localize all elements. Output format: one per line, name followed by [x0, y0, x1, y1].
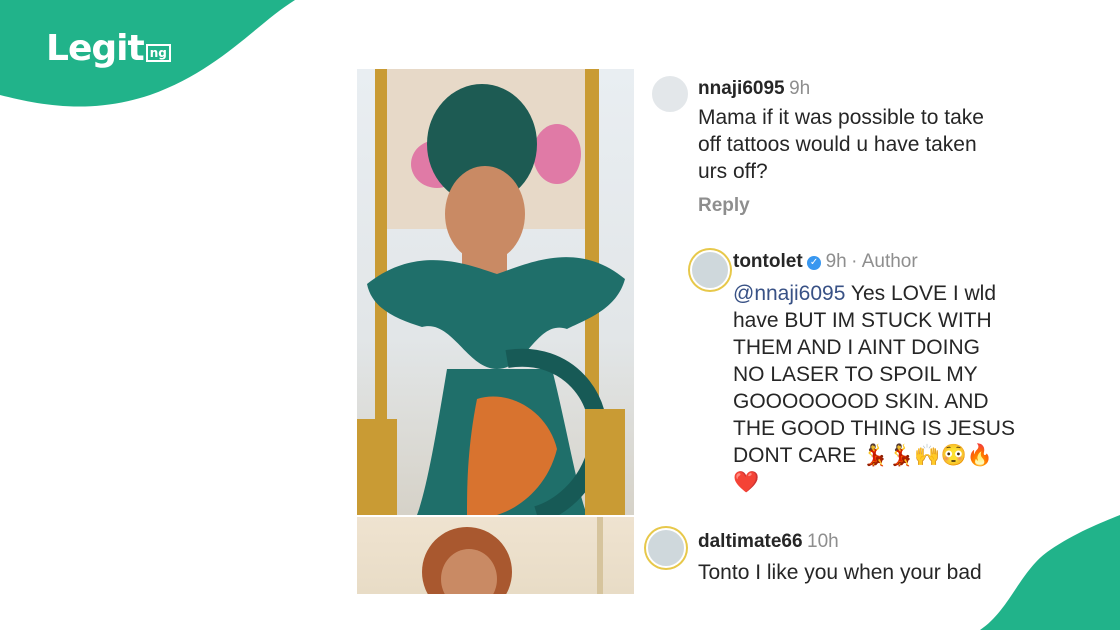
avatar[interactable]	[650, 74, 690, 114]
comment-line: THE GOOD THING IS JESUS	[733, 417, 1015, 440]
photo-secondary-illustration	[422, 517, 603, 594]
comment-time: 9h	[825, 251, 847, 272]
comment-handle[interactable]: daltimate66	[698, 531, 803, 552]
comment-handle[interactable]: nnaji6095	[698, 78, 785, 99]
photo-illustration	[357, 69, 625, 515]
comment-line: Yes LOVE I wld	[845, 282, 996, 305]
reply-button[interactable]: Reply	[698, 195, 750, 217]
comment-line: THEM AND I AINT DOING	[733, 336, 980, 359]
comment-time: 9h	[789, 78, 811, 99]
comment-line: Tonto I like you when your bad	[698, 561, 982, 584]
comment-line: urs off?	[698, 160, 768, 183]
comment-line: off tattoos would u have taken	[698, 133, 977, 156]
comment-line: Mama if it was possible to take	[698, 106, 984, 129]
comment-handle[interactable]: tontolet	[733, 251, 803, 272]
avatar[interactable]	[646, 528, 686, 568]
comment-line: ❤️	[733, 471, 760, 494]
photo-secondary	[357, 517, 634, 594]
photo-main	[357, 69, 634, 515]
comment-time: 10h	[807, 531, 839, 552]
comment-line: have BUT IM STUCK WITH	[733, 309, 992, 332]
mention-link[interactable]: @nnaji6095	[733, 282, 845, 305]
comment-line: GOOOOOOOD SKIN. AND	[733, 390, 989, 413]
comment-line: DONT CARE 💃💃🙌😳🔥	[733, 444, 993, 467]
verified-badge-icon: ✓	[807, 255, 822, 270]
comment-text: Mama if it was possible to take off tatt…	[698, 104, 1038, 185]
author-label: · Author	[851, 251, 918, 272]
comment-line: NO LASER TO SPOIL MY	[733, 363, 978, 386]
comment-text: Tonto I like you when your bad	[698, 559, 1038, 586]
comment-text: @nnaji6095 Yes LOVE I wld have BUT IM ST…	[733, 280, 1063, 496]
logo-suffix: ng	[145, 43, 171, 62]
legit-logo[interactable]: Legit ng	[46, 28, 171, 69]
logo-text: Legit	[46, 28, 145, 69]
avatar[interactable]	[690, 250, 730, 290]
